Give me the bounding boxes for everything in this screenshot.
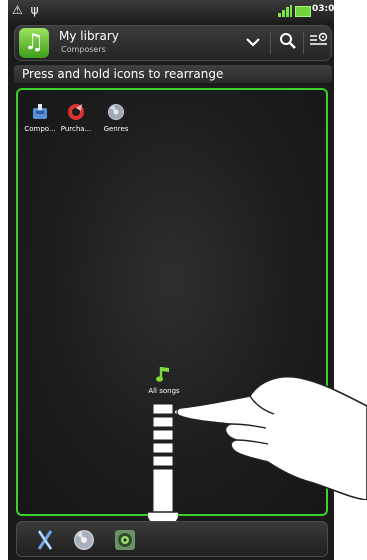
purchased-icon [68,104,84,120]
music-app-icon: ♫ [19,28,49,58]
library-header: ♫ My library Composers [14,25,332,61]
signal-icon [278,5,292,17]
tile-purchased[interactable]: Purcha... [56,102,96,133]
status-bar: ⚠ ψ 03:00 [8,0,334,22]
battery-icon [295,6,311,17]
tile-label: Purcha... [60,125,92,133]
hand-gesture-icon [173,376,367,500]
chevron-down-icon[interactable] [241,32,265,54]
search-icon[interactable] [276,32,300,54]
header-divider [303,32,304,54]
tile-composers[interactable]: Compo... [20,102,60,133]
albums-icon[interactable] [72,528,96,552]
genres-icon [108,104,124,120]
header-divider [270,32,271,54]
tile-label: Compo... [24,125,56,133]
rearrange-hint: Press and hold icons to rearrange [14,65,332,83]
page-title: My library [59,29,119,43]
now-playing-icon[interactable] [113,528,137,552]
tile-genres[interactable]: Genres [96,102,136,133]
tile-label: Genres [103,125,129,133]
status-left-icons: ⚠ ψ [12,3,41,17]
composers-icon [33,104,47,119]
clock: 03:00 [312,4,334,14]
playlist-menu-icon[interactable] [307,32,331,54]
artists-icon[interactable] [33,528,57,552]
page-subtitle: Composers [61,45,106,54]
bottom-tab-bar [16,521,328,557]
